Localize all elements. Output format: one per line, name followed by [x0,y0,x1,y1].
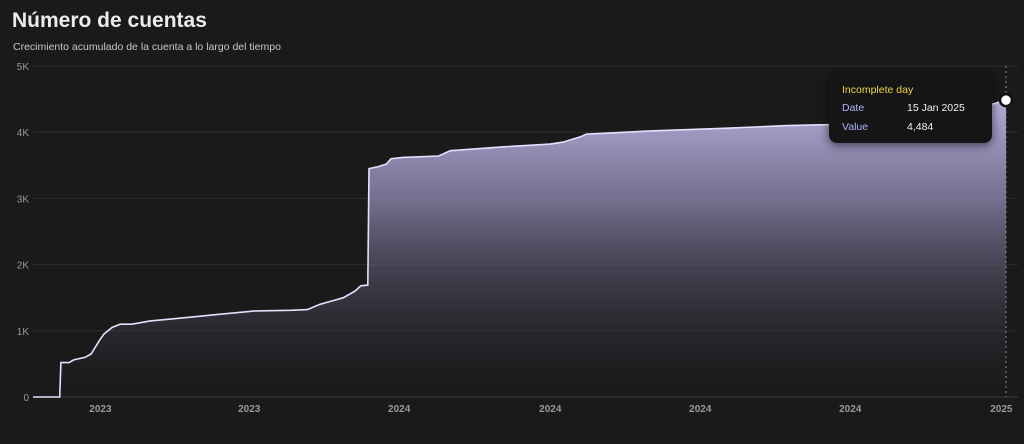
x-tick-label-3: 2024 [539,404,562,415]
y-tick-label-2: 2K [17,261,30,272]
tooltip-value-value: 4,484 [907,121,934,133]
x-tick-label-2: 2024 [388,404,411,415]
series-area-fill [33,100,1006,397]
y-tick-label-4: 4K [17,128,30,139]
y-tick-label-0: 0 [23,393,29,404]
tooltip-value-label: Value [842,121,869,133]
x-tick-label-6: 2025 [990,404,1013,415]
x-tick-label-0: 2023 [89,404,112,415]
hover-point[interactable] [998,92,1014,108]
tooltip-date-value: 15 Jan 2025 [907,102,965,114]
y-axis-ticks: 0 1K 2K 3K 4K 5K [17,62,30,404]
data-tooltip: Incomplete day Date 15 Jan 2025 Value 4,… [829,73,992,143]
x-tick-label-4: 2024 [689,404,712,415]
x-axis-ticks: 2023 2023 2024 2024 2024 2024 2025 [89,404,1013,415]
accounts-area-chart[interactable]: 0 1K 2K 3K 4K 5K 2023 2023 2024 2024 2024 2024 2025 [0,0,1024,444]
y-tick-label-3: 3K [17,194,30,205]
tooltip-title: Incomplete day [842,84,914,96]
y-tick-label-1: 1K [17,327,30,338]
x-tick-label-5: 2024 [839,404,862,415]
x-tick-label-1: 2023 [238,404,261,415]
tooltip-date-label: Date [842,102,865,114]
y-tick-label-5: 5K [17,62,30,73]
